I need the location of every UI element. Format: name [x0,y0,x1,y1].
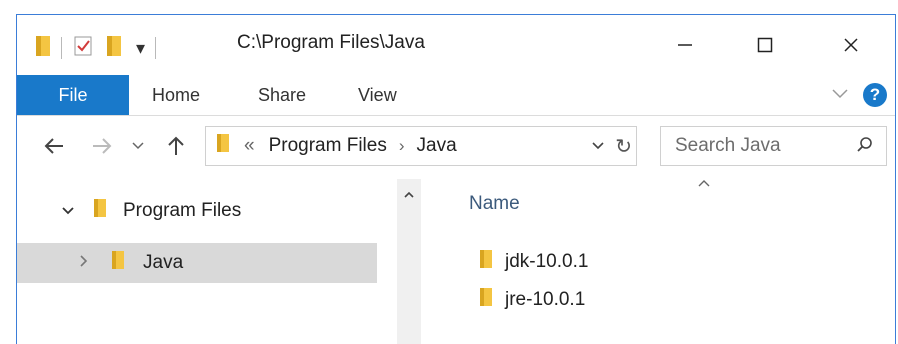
breadcrumb-java[interactable]: Java [417,135,457,157]
tab-home[interactable]: Home [152,75,200,115]
search-box [660,126,887,166]
recent-locations-icon[interactable] [129,133,147,159]
folder-icon [93,197,107,225]
refresh-icon[interactable]: ↻ [615,134,632,159]
address-dropdown-icon[interactable] [591,135,605,157]
file-list-item[interactable]: jdk-10.0.1 [479,247,588,277]
address-overflow-icon[interactable]: « [244,135,255,157]
new-folder-icon[interactable] [106,34,122,63]
expand-ribbon-icon[interactable] [831,86,849,105]
file-name: jre-10.0.1 [505,289,586,310]
close-button[interactable] [823,25,879,65]
close-icon [844,38,858,52]
tree-item-label: Java [143,252,184,273]
tree-item-java[interactable]: Java [17,243,377,283]
ribbon-tabs: File Home Share View ? [17,75,895,116]
collapsed-chevron-icon[interactable] [79,252,99,274]
expanded-chevron-icon[interactable] [61,200,81,222]
folder-icon [216,132,230,160]
minimize-icon [678,44,692,46]
qat-separator [61,37,62,59]
up-icon[interactable] [163,133,189,159]
file-list-pane: Name jdk-10.0.1 jre-10.0.1 [421,179,895,344]
explorer-window: ▾ C:\Program Files\Java File Home Share … [16,14,896,344]
search-icon[interactable] [856,136,874,159]
tree-item-program-files[interactable]: Program Files [17,191,377,231]
forward-icon[interactable] [89,133,115,159]
file-name: jdk-10.0.1 [505,251,589,272]
help-icon[interactable]: ? [863,83,887,107]
back-icon[interactable] [41,133,67,159]
window-title: C:\Program Files\Java [237,32,425,53]
file-list-item[interactable]: jre-10.0.1 [479,285,585,315]
breadcrumb-program-files[interactable]: Program Files [269,135,387,157]
navigation-bar: « Program Files › Java ↻ [17,115,895,179]
tab-view[interactable]: View [358,75,397,115]
breadcrumb-separator-icon[interactable]: › [399,136,405,156]
maximize-icon [757,37,773,53]
properties-icon[interactable] [72,35,94,62]
search-input[interactable] [673,134,852,158]
folder-icon [479,248,493,276]
title-bar: ▾ C:\Program Files\Java [17,15,895,75]
maximize-button[interactable] [737,25,793,65]
tab-file[interactable]: File [17,75,129,115]
scroll-up-icon[interactable] [397,185,421,205]
column-header-name[interactable]: Name [469,193,520,215]
folder-icon [35,34,51,63]
navigation-pane-scrollbar[interactable] [397,179,421,344]
minimize-button[interactable] [657,25,713,65]
folder-icon [111,249,125,277]
sort-ascending-icon [697,175,711,191]
qat-customize-icon[interactable]: ▾ [136,38,145,59]
folder-icon [479,286,493,314]
tree-item-label: Program Files [123,200,242,221]
quick-access-toolbar: ▾ [35,35,166,61]
tab-share[interactable]: Share [258,75,306,115]
address-controls: ↻ [591,127,632,165]
navigation-pane: Program Files Java [17,179,397,344]
ribbon-controls: ? [831,83,887,107]
address-bar[interactable]: « Program Files › Java ↻ [205,126,637,166]
qat-separator [155,37,157,59]
